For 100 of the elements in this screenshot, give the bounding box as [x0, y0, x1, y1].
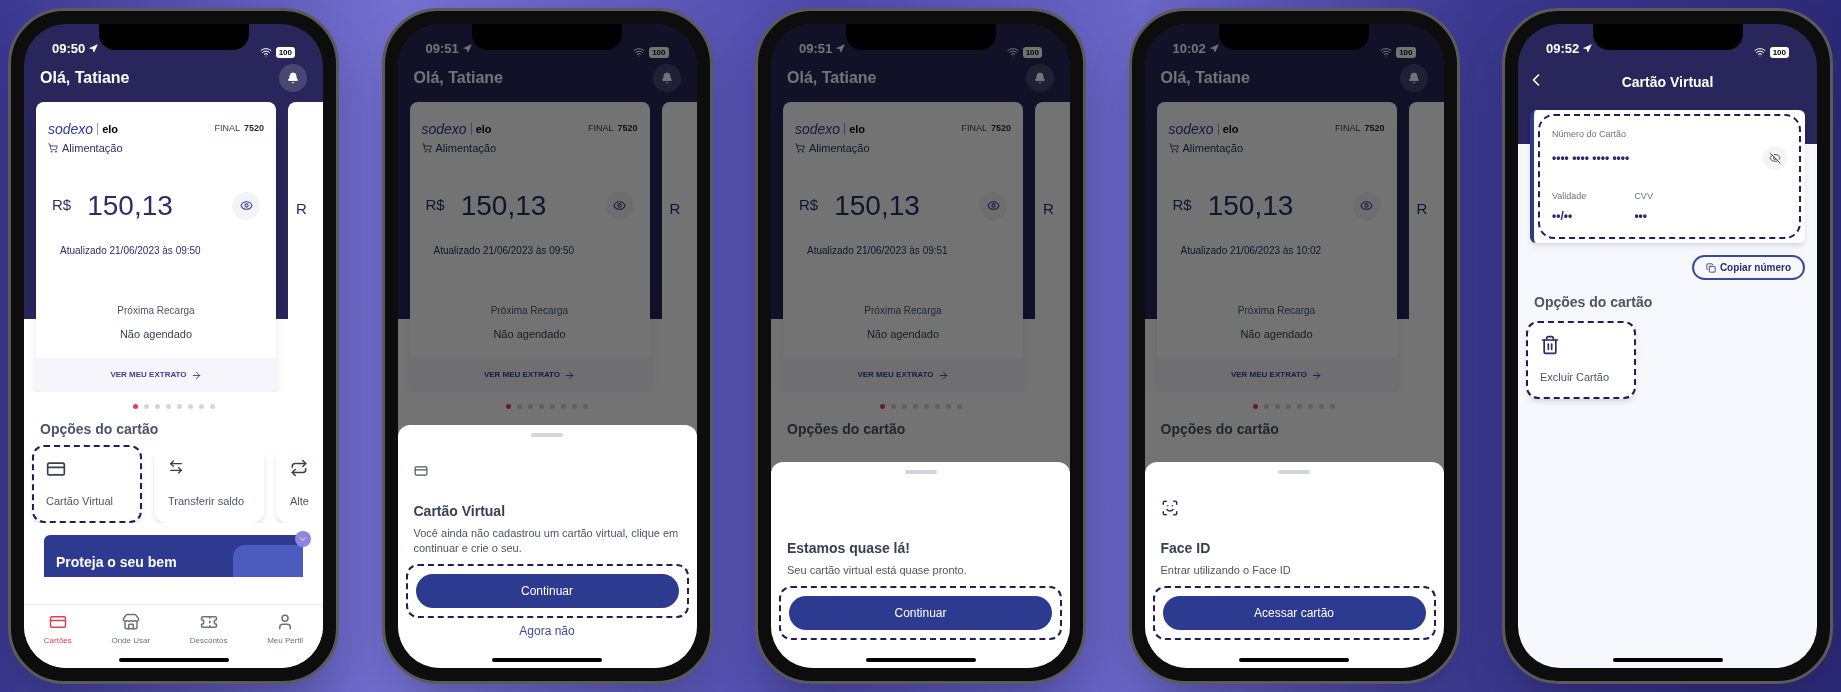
promo-banner[interactable]: Proteja o seu bem: [44, 535, 303, 577]
bell-icon: [660, 72, 673, 84]
balance-amount: 150,13: [1207, 188, 1294, 223]
wifi-icon: [633, 46, 646, 58]
network-logo: elo: [849, 123, 866, 135]
sheet-title: Estamos quase lá!: [787, 538, 911, 558]
status-time: 09:50: [52, 39, 86, 58]
option-card[interactable]: Excluir Cartão: [1526, 321, 1636, 399]
wifi-icon: [1006, 46, 1019, 58]
next-recharge-value: Não agendado: [118, 326, 194, 342]
next-recharge-value: Não agendado: [865, 326, 941, 342]
updated-text: Atualizado 21/06/2023 às 09:50: [432, 243, 576, 258]
screen-title: Cartão Virtual: [1621, 72, 1714, 92]
show-balance-button[interactable]: [979, 191, 1007, 220]
cart-icon: [48, 143, 58, 154]
option-card[interactable]: Transferir saldo: [154, 445, 264, 523]
bell-icon: [287, 72, 299, 84]
eye-icon: [239, 199, 253, 212]
wifi-icon: [1380, 46, 1393, 58]
final-number: 7520: [1364, 122, 1385, 135]
sheet-text: Você ainda não cadastrou um cartão virtual, clique em continuar e crie o seu.: [413, 525, 680, 556]
final-number: 7520: [617, 122, 638, 135]
nav-tab[interactable]: Meu Perfil: [267, 613, 304, 668]
greeting: Olá, Tatiane: [787, 68, 877, 88]
primary-button[interactable]: Continuar: [415, 574, 679, 608]
brand-logo: sodexo: [48, 122, 94, 136]
location-icon: [836, 43, 846, 53]
final-label: FINAL: [1334, 122, 1361, 135]
cart-icon: [1168, 143, 1179, 154]
show-balance-button[interactable]: [1352, 191, 1381, 220]
battery-level: 100: [649, 46, 669, 58]
updated-text: Atualizado 21/06/2023 às 10:02: [1179, 243, 1323, 258]
next-recharge-label: Próxima Recarga: [863, 303, 943, 318]
collapse-badge[interactable]: [295, 531, 311, 547]
location-icon: [462, 43, 472, 53]
brand-logo: sodexo: [1168, 122, 1214, 136]
card-category: Alimentação: [1182, 141, 1244, 156]
network-logo: elo: [1222, 123, 1239, 135]
card-category: Alimentação: [62, 141, 123, 156]
balance-amount: 150,13: [87, 188, 173, 223]
sheet-title: Cartão Virtual: [413, 501, 507, 521]
balance-amount: 150,13: [834, 188, 920, 223]
cvv-value: •••: [1634, 208, 1648, 225]
store-icon: [121, 613, 140, 631]
arrows-icon: [168, 459, 184, 475]
hide-button[interactable]: [1763, 145, 1787, 170]
nav-tab[interactable]: Descontos: [189, 613, 228, 668]
illustration-placeholder: [233, 545, 303, 577]
wifi-icon: [1753, 46, 1766, 58]
next-recharge-label: Próxima Recarga: [116, 303, 196, 318]
section-title: Opções do cartão: [1160, 421, 1279, 437]
notifications-button[interactable]: [279, 64, 307, 92]
eye-icon: [1360, 199, 1373, 212]
greeting: Olá, Tatiane: [1160, 68, 1250, 88]
nav-tab[interactable]: Cartões: [43, 613, 72, 668]
ticket-icon: [199, 613, 218, 631]
currency: R$: [1172, 195, 1192, 216]
status-time: 10:02: [1172, 39, 1206, 58]
updated-text: Atualizado 21/06/2023 às 09:50: [59, 243, 202, 258]
field-label: CVV: [1634, 189, 1653, 203]
statement-link[interactable]: VER MEU EXTRATO: [36, 358, 276, 392]
location-icon: [89, 43, 99, 53]
eye-icon: [986, 199, 1000, 212]
copy-icon: [1705, 262, 1716, 273]
balance-amount: 150,13: [460, 188, 547, 223]
next-recharge-label: Próxima Recarga: [1236, 303, 1317, 318]
section-title: Opções do cartão: [787, 421, 906, 437]
copy-number-button[interactable]: Copiar número: [1691, 255, 1805, 280]
field-label: Validade: [1552, 189, 1587, 203]
option-card[interactable]: Alte: [276, 445, 323, 523]
card-icon: [413, 463, 428, 478]
status-time: 09:52: [1546, 39, 1580, 58]
currency: R$: [799, 195, 819, 216]
eye-icon: [613, 199, 626, 212]
final-number: 7520: [243, 122, 264, 135]
nav-tab[interactable]: Onde Usar: [111, 613, 151, 668]
greeting: Olá, Tatiane: [40, 68, 130, 88]
status-time: 09:51: [799, 39, 833, 58]
bell-icon: [1034, 72, 1046, 84]
arrow-right-icon: [1311, 369, 1323, 381]
card-icon: [46, 459, 66, 479]
network-logo: elo: [475, 123, 492, 135]
final-label: FINAL: [587, 122, 614, 135]
battery-level: 100: [1396, 46, 1416, 58]
primary-button[interactable]: Continuar: [789, 596, 1052, 630]
chevron-down-icon: [298, 534, 308, 544]
primary-button[interactable]: Acessar cartão: [1162, 596, 1426, 630]
location-icon: [1209, 43, 1219, 53]
face-scan-icon: [1160, 498, 1179, 517]
final-number: 7520: [990, 122, 1011, 135]
show-balance-button[interactable]: [605, 191, 634, 220]
show-balance-button[interactable]: [232, 191, 260, 220]
eye-off-icon: [1769, 151, 1781, 164]
trash-icon: [1540, 335, 1560, 355]
secondary-link[interactable]: Agora não: [519, 622, 575, 640]
cart-icon: [421, 143, 432, 154]
brand-logo: sodexo: [795, 122, 841, 136]
option-card[interactable]: Cartão Virtual: [32, 445, 142, 523]
arrow-right-icon: [937, 369, 949, 381]
card-category: Alimentação: [435, 141, 497, 156]
